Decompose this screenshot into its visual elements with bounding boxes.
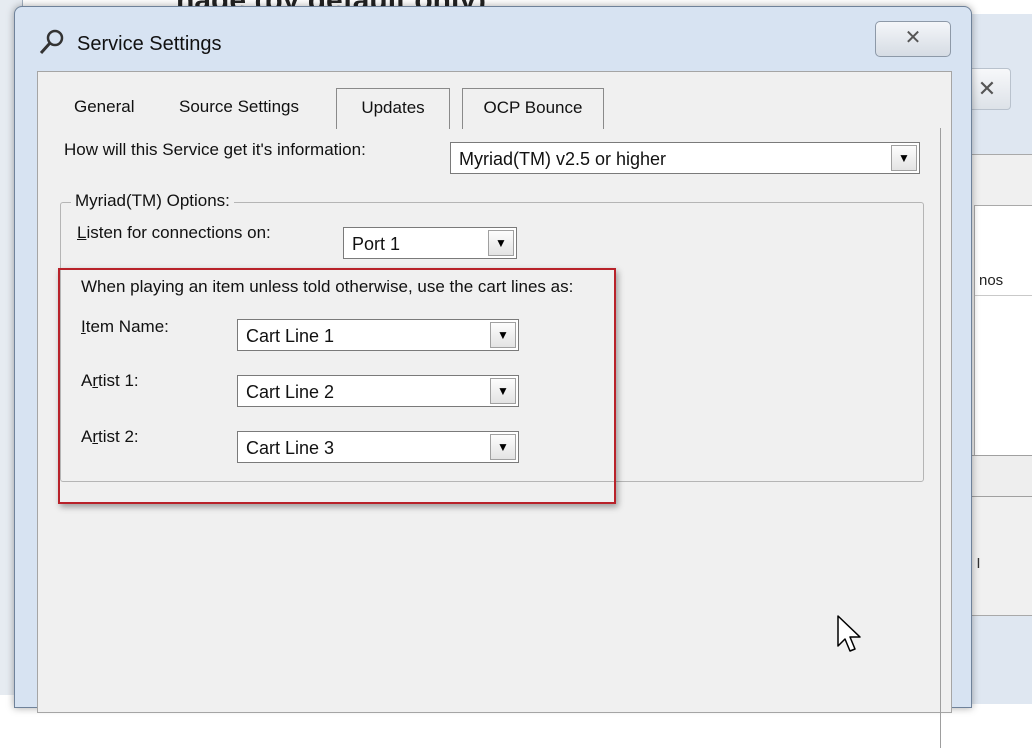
- tab-source-settings[interactable]: Source Settings: [154, 88, 324, 128]
- tab-updates[interactable]: Updates: [336, 88, 450, 129]
- close-icon: ✕: [904, 27, 922, 49]
- background-column-header: nos: [975, 266, 1032, 296]
- mouse-cursor-icon: [836, 614, 866, 654]
- dialog-title: Service Settings: [77, 33, 222, 55]
- background-panel: nos I I: [967, 154, 1032, 616]
- source-question-label: How will this Service get it's informati…: [64, 140, 366, 159]
- group-title: Myriad(TM) Options:: [71, 191, 234, 211]
- chevron-down-icon[interactable]: ▼: [891, 145, 917, 171]
- tab-general[interactable]: General: [74, 88, 134, 128]
- port-select-value: Port 1: [352, 234, 401, 254]
- source-select[interactable]: Myriad(TM) v2.5 or higher ▼: [450, 142, 920, 174]
- dialog-titlebar[interactable]: Service Settings ✕: [15, 7, 971, 71]
- source-select-value: Myriad(TM) v2.5 or higher: [459, 149, 667, 169]
- port-select[interactable]: Port 1 ▼: [343, 227, 517, 259]
- background-list: nos: [974, 205, 1032, 457]
- listen-label: Listen for connections on:: [77, 223, 271, 243]
- tab-ocp-bounce[interactable]: OCP Bounce: [462, 88, 604, 129]
- listen-label-text: isten for connections on:: [86, 223, 271, 242]
- highlight-annotation: [58, 268, 616, 504]
- close-button[interactable]: ✕: [875, 21, 951, 57]
- chevron-down-icon[interactable]: ▼: [488, 230, 514, 256]
- wrench-icon: [37, 29, 65, 57]
- background-button[interactable]: [968, 455, 1032, 497]
